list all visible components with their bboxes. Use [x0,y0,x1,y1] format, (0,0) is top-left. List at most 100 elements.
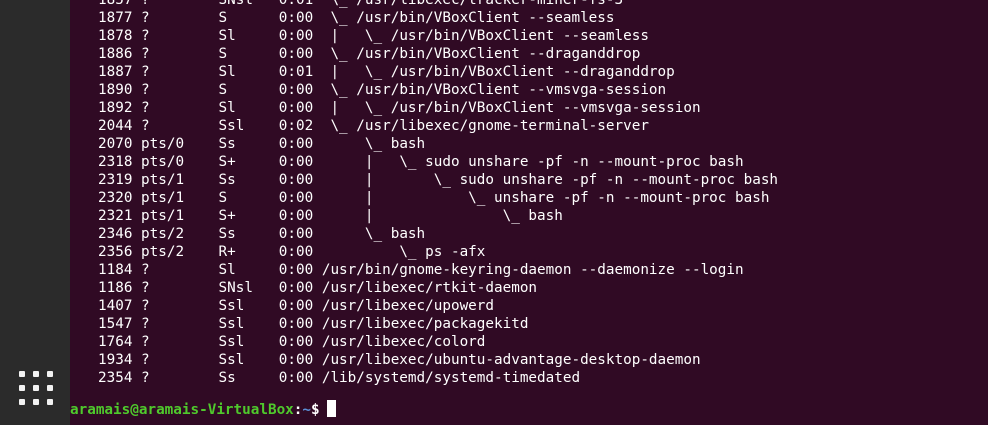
process-time: 0:01 [278,0,314,8]
column-gap [227,190,279,206]
process-command: \_ /usr/libexec/gnome-terminal-server [330,118,649,134]
process-time: 0:00 [278,316,314,332]
process-time: 0:00 [278,370,314,386]
grid-dot [33,385,39,391]
process-pid: 2044 [98,118,133,134]
ps-output-line: 2070 pts/0 Ss 0:00 \_ bash [98,135,778,153]
process-time: 0:00 [278,226,314,242]
process-tty: pts/1 [141,208,185,224]
column-gap [132,316,141,332]
column-gap [236,208,279,224]
column-gap [132,46,141,62]
column-gap [150,0,219,8]
process-tty: ? [141,298,150,314]
column-gap [150,334,219,350]
column-gap [313,10,330,26]
column-gap [236,370,279,386]
grid-dot [47,371,53,377]
column-gap [244,298,278,314]
column-gap [313,226,330,242]
column-gap [184,190,218,206]
column-gap [236,244,279,260]
process-pid: 1878 [98,28,133,44]
column-gap [227,46,279,62]
process-tty: ? [141,10,150,26]
column-gap [132,64,141,80]
process-command: /lib/systemd/systemd-timedated [321,370,581,386]
column-gap [227,10,279,26]
column-gap [150,82,219,98]
process-tty: pts/2 [141,244,185,260]
column-gap [132,370,141,386]
process-time: 0:00 [278,10,314,26]
process-pid: 2319 [98,172,133,188]
ps-output-line: 1186 ? SNsl 0:00 /usr/libexec/rtkit-daem… [98,279,778,297]
process-time: 0:00 [278,280,314,296]
process-tty: ? [141,316,150,332]
column-gap [150,64,219,80]
column-gap [236,64,279,80]
process-pid: 1892 [98,100,133,116]
terminal-window[interactable]: 1857 ? SNsl 0:01 \_ /usr/libexec/tracker… [70,0,988,425]
column-gap [150,46,219,62]
process-stat: Sl [218,262,236,278]
ps-output-line: 1857 ? SNsl 0:01 \_ /usr/libexec/tracker… [98,0,778,9]
column-gap [313,154,330,170]
column-gap [132,82,141,98]
column-gap [184,172,218,188]
process-stat: R+ [218,244,236,260]
process-time: 0:00 [278,46,314,62]
column-gap [150,352,219,368]
process-tty: ? [141,0,150,8]
column-gap [132,262,141,278]
column-gap [313,82,330,98]
process-tty: ? [141,262,150,278]
column-gap [313,352,322,368]
process-tty: ? [141,118,150,134]
process-pid: 2318 [98,154,133,170]
process-command: /usr/bin/gnome-keyring-daemon --daemoniz… [321,262,744,278]
column-gap [313,118,330,134]
prompt-symbol: $ [311,402,320,418]
process-stat: S [218,82,228,98]
process-stat: Ssl [218,334,245,350]
column-gap [132,10,141,26]
grid-dot [19,385,25,391]
process-command: /usr/libexec/packagekitd [321,316,529,332]
dock [0,0,70,425]
column-gap [313,28,330,44]
ps-output-line: 1547 ? Ssl 0:00 /usr/libexec/packagekitd [98,315,778,333]
process-time: 0:00 [278,100,314,116]
column-gap [184,136,218,152]
process-time: 0:00 [278,190,314,206]
process-pid: 2346 [98,226,133,242]
process-time: 0:02 [278,118,314,134]
column-gap [184,244,218,260]
ps-output-line: 1887 ? Sl 0:01 | \_ /usr/bin/VBoxClient … [98,63,778,81]
process-command: \_ /usr/bin/VBoxClient --draganddrop [330,46,641,62]
process-stat: S [218,46,228,62]
process-command: | \_ sudo unshare -pf -n --mount-proc ba… [330,172,779,188]
column-gap [313,262,322,278]
column-gap [150,280,219,296]
column-gap [313,370,322,386]
column-gap [313,334,322,350]
ps-output-line: 2354 ? Ss 0:00 /lib/systemd/systemd-time… [98,369,778,387]
column-gap [150,28,219,44]
grid-dot [47,399,53,405]
process-command: /usr/libexec/colord [321,334,486,350]
column-gap [236,226,279,242]
process-tty: ? [141,28,150,44]
show-applications-icon[interactable] [19,371,53,405]
column-gap [150,10,219,26]
process-pid: 2320 [98,190,133,206]
text-cursor [326,400,336,417]
grid-dot [47,385,53,391]
column-gap [236,100,279,116]
process-stat: Ss [218,172,236,188]
ps-output-line: 2320 pts/1 S 0:00 | \_ unshare -pf -n --… [98,189,778,207]
process-stat: Sl [218,100,236,116]
ps-output-line: 1890 ? S 0:00 \_ /usr/bin/VBoxClient --v… [98,81,778,99]
terminal-prompt[interactable]: aramais@aramais-VirtualBox:~$ [70,400,336,418]
process-stat: Sl [218,64,236,80]
